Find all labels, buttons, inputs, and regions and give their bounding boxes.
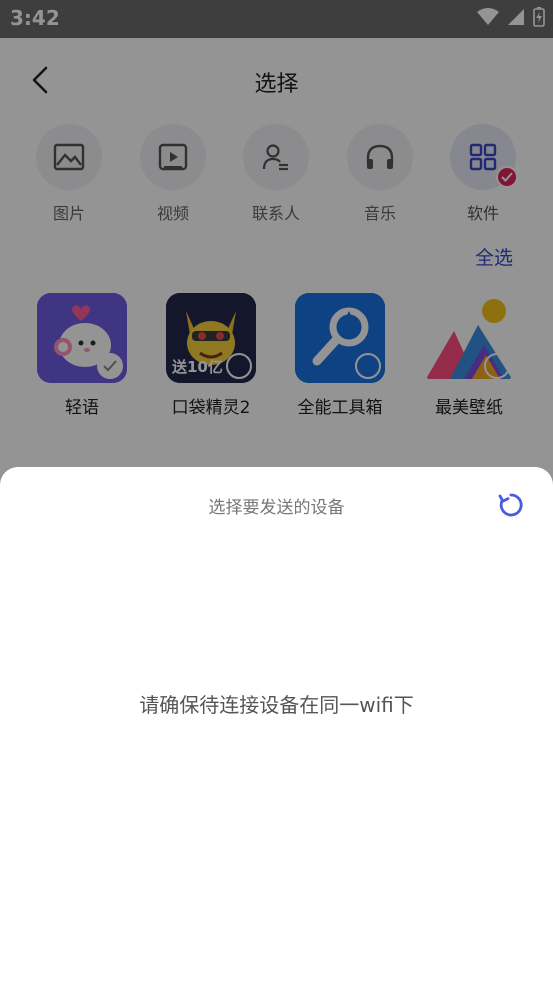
sheet-message: 请确保待连接设备在同一wifi下 xyxy=(139,693,414,717)
sheet-title: 选择要发送的设备 xyxy=(208,498,345,518)
device-select-sheet: 选择要发送的设备 请确保待连接设备在同一wifi下 xyxy=(0,467,553,984)
refresh-icon xyxy=(498,493,523,517)
refresh-button[interactable] xyxy=(497,491,525,519)
